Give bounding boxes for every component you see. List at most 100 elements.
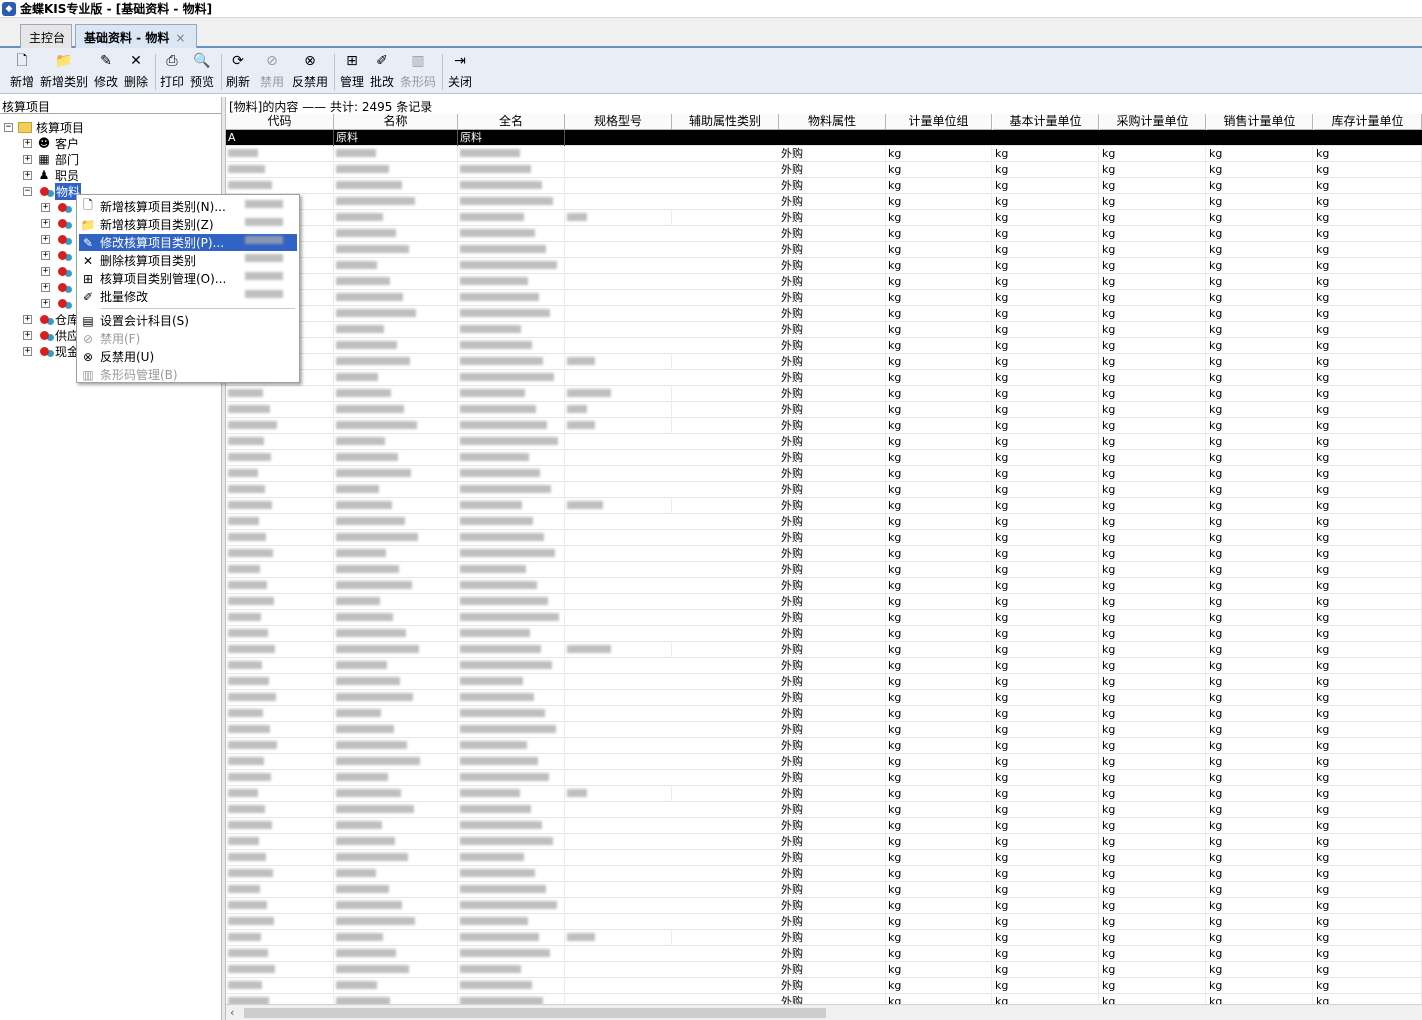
table-row[interactable]: 外购 kg kg kg kg kg — [226, 738, 1422, 754]
tab-material[interactable]: 基础资料 - 物料 × — [75, 24, 197, 48]
horizontal-scrollbar[interactable]: ‹ — [226, 1004, 1422, 1020]
expand-icon[interactable]: + — [23, 330, 32, 340]
table-row[interactable]: 外购 kg kg kg kg kg — [226, 978, 1422, 994]
table-row[interactable]: 外购 kg kg kg kg kg — [226, 306, 1422, 322]
table-row[interactable]: 外购 kg kg kg kg kg — [226, 642, 1422, 658]
tree-subitem[interactable]: + — [41, 231, 73, 247]
tree-subitem[interactable]: + — [41, 295, 73, 311]
tree-subitem[interactable]: + — [41, 247, 73, 263]
manage-button[interactable]: ⊞ 管理 — [340, 52, 364, 92]
preview-button[interactable]: 🔍 预览 — [190, 52, 214, 92]
table-row[interactable]: 外购 kg kg kg kg kg — [226, 674, 1422, 690]
column-header[interactable]: 辅助属性类别 — [672, 114, 779, 130]
column-header[interactable]: 销售计量单位 — [1207, 114, 1313, 130]
table-row[interactable]: 外购 kg kg kg kg kg — [226, 322, 1422, 338]
menu-item[interactable]: ✎ 修改核算项目类别(P)... — [79, 234, 297, 251]
table-row[interactable]: 外购 kg kg kg kg kg — [226, 290, 1422, 306]
table-row[interactable]: 外购 kg kg kg kg kg — [226, 338, 1422, 354]
tree-item-4[interactable]: − 物料 — [23, 182, 82, 200]
table-row[interactable]: 外购 kg kg kg kg kg — [226, 162, 1422, 178]
table-row[interactable]: 外购 kg kg kg kg kg — [226, 754, 1422, 770]
table-row[interactable]: 外购 kg kg kg kg kg — [226, 450, 1422, 466]
table-row[interactable]: 外购 kg kg kg kg kg — [226, 242, 1422, 258]
table-row[interactable]: 外购 kg kg kg kg kg — [226, 866, 1422, 882]
table-row[interactable]: 外购 kg kg kg kg kg — [226, 370, 1422, 386]
expand-icon[interactable]: + — [41, 282, 50, 292]
expand-icon[interactable]: + — [41, 218, 50, 228]
table-row[interactable]: 外购 kg kg kg kg kg — [226, 274, 1422, 290]
expand-icon[interactable]: + — [41, 250, 50, 260]
menu-item[interactable]: ✕ 删除核算项目类别 — [79, 252, 297, 269]
edit-button[interactable]: ✎ 修改 — [94, 52, 118, 92]
refresh-button[interactable]: ⟳ 刷新 — [226, 52, 250, 92]
enable-button[interactable]: ⊗ 反禁用 — [292, 52, 328, 92]
table-row[interactable]: 外购 kg kg kg kg kg — [226, 722, 1422, 738]
expand-icon[interactable]: + — [41, 202, 50, 212]
scrollbar-thumb[interactable] — [244, 1008, 826, 1018]
expand-icon[interactable]: + — [41, 266, 50, 276]
tree-item-1[interactable]: + ☻ 客户 — [23, 135, 79, 151]
tree-item-5[interactable]: + 仓库 — [23, 311, 79, 327]
table-row[interactable]: 外购 kg kg kg kg kg — [226, 626, 1422, 642]
table-row[interactable]: 外购 kg kg kg kg kg — [226, 498, 1422, 514]
column-header[interactable]: 采购计量单位 — [1100, 114, 1206, 130]
table-row[interactable]: 外购 kg kg kg kg kg — [226, 530, 1422, 546]
table-row[interactable]: 外购 kg kg kg kg kg — [226, 514, 1422, 530]
table-row[interactable]: 外购 kg kg kg kg kg — [226, 946, 1422, 962]
tree-item-6[interactable]: + 供应 — [23, 327, 79, 343]
table-row[interactable]: 外购 kg kg kg kg kg — [226, 578, 1422, 594]
tree-root[interactable]: − 核算项目 — [4, 119, 84, 135]
table-row[interactable]: 外购 kg kg kg kg kg — [226, 226, 1422, 242]
print-button[interactable]: ⎙ 打印 — [160, 52, 184, 92]
menu-item[interactable]: 📁 新增核算项目类别(Z) — [79, 216, 297, 233]
expand-icon[interactable]: + — [23, 346, 32, 356]
table-row[interactable]: 外购 kg kg kg kg kg — [226, 258, 1422, 274]
table-row[interactable]: 外购 kg kg kg kg kg — [226, 770, 1422, 786]
table-row[interactable]: 外购 kg kg kg kg kg — [226, 466, 1422, 482]
table-row[interactable]: 外购 kg kg kg kg kg — [226, 482, 1422, 498]
table-row[interactable]: 外购 kg kg kg kg kg — [226, 706, 1422, 722]
table-row[interactable]: 外购 kg kg kg kg kg — [226, 434, 1422, 450]
menu-item[interactable]: ▤ 设置会计科目(S) — [79, 312, 297, 329]
close-button[interactable]: ⇥ 关闭 — [448, 52, 472, 92]
table-row[interactable]: 外购 kg kg kg kg kg — [226, 930, 1422, 946]
scroll-left-icon[interactable]: ‹ — [230, 1006, 234, 1019]
expand-icon[interactable]: + — [41, 234, 50, 244]
batch-edit-button[interactable]: ✐ 批改 — [370, 52, 394, 92]
tree-item-7[interactable]: + 现金 — [23, 343, 79, 359]
table-row[interactable]: 外购 kg kg kg kg kg — [226, 850, 1422, 866]
new-category-button[interactable]: 📁 新增类别 — [40, 52, 88, 92]
table-row[interactable]: 外购 kg kg kg kg kg — [226, 786, 1422, 802]
column-header[interactable]: 计量单位组 — [886, 114, 992, 130]
table-row[interactable]: 外购 kg kg kg kg kg — [226, 802, 1422, 818]
tree-subitem[interactable]: + — [41, 263, 73, 279]
tree-subitem[interactable]: + — [41, 199, 73, 215]
column-header[interactable]: 基本计量单位 — [993, 114, 1099, 130]
table-row[interactable]: 外购 kg kg kg kg kg — [226, 610, 1422, 626]
table-row[interactable]: 外购 kg kg kg kg kg — [226, 354, 1422, 370]
tree-subitem[interactable]: + — [41, 215, 73, 231]
menu-item[interactable]: ✐ 批量修改 — [79, 288, 297, 305]
collapse-icon[interactable]: − — [23, 186, 32, 196]
tree-item-2[interactable]: + ▦ 部门 — [23, 151, 79, 167]
table-row[interactable]: 外购 kg kg kg kg kg — [226, 994, 1422, 1004]
table-row[interactable]: 外购 kg kg kg kg kg — [226, 594, 1422, 610]
table-row[interactable]: 外购 kg kg kg kg kg — [226, 658, 1422, 674]
column-header[interactable]: 物料属性 — [779, 114, 886, 130]
table-row[interactable]: 外购 kg kg kg kg kg — [226, 386, 1422, 402]
column-header[interactable]: 规格型号 — [565, 114, 672, 130]
table-row[interactable]: 外购 kg kg kg kg kg — [226, 178, 1422, 194]
table-row[interactable]: 外购 kg kg kg kg kg — [226, 418, 1422, 434]
table-row[interactable]: 外购 kg kg kg kg kg — [226, 898, 1422, 914]
delete-button[interactable]: ✕ 删除 — [124, 52, 148, 92]
table-row[interactable]: 外购 kg kg kg kg kg — [226, 402, 1422, 418]
tree-subitem[interactable]: + — [41, 279, 73, 295]
menu-item[interactable]: ⊞ 核算项目类别管理(O)... — [79, 270, 297, 287]
expand-icon[interactable]: + — [41, 298, 50, 308]
table-row[interactable]: 外购 kg kg kg kg kg — [226, 962, 1422, 978]
table-row[interactable]: 外购 kg kg kg kg kg — [226, 834, 1422, 850]
close-tab-icon[interactable]: × — [175, 31, 185, 45]
table-row[interactable]: 外购 kg kg kg kg kg — [226, 690, 1422, 706]
menu-item[interactable]: ⊗ 反禁用(U) — [79, 348, 297, 365]
menu-item[interactable]: 🗋 新增核算项目类别(N)... — [79, 198, 297, 215]
